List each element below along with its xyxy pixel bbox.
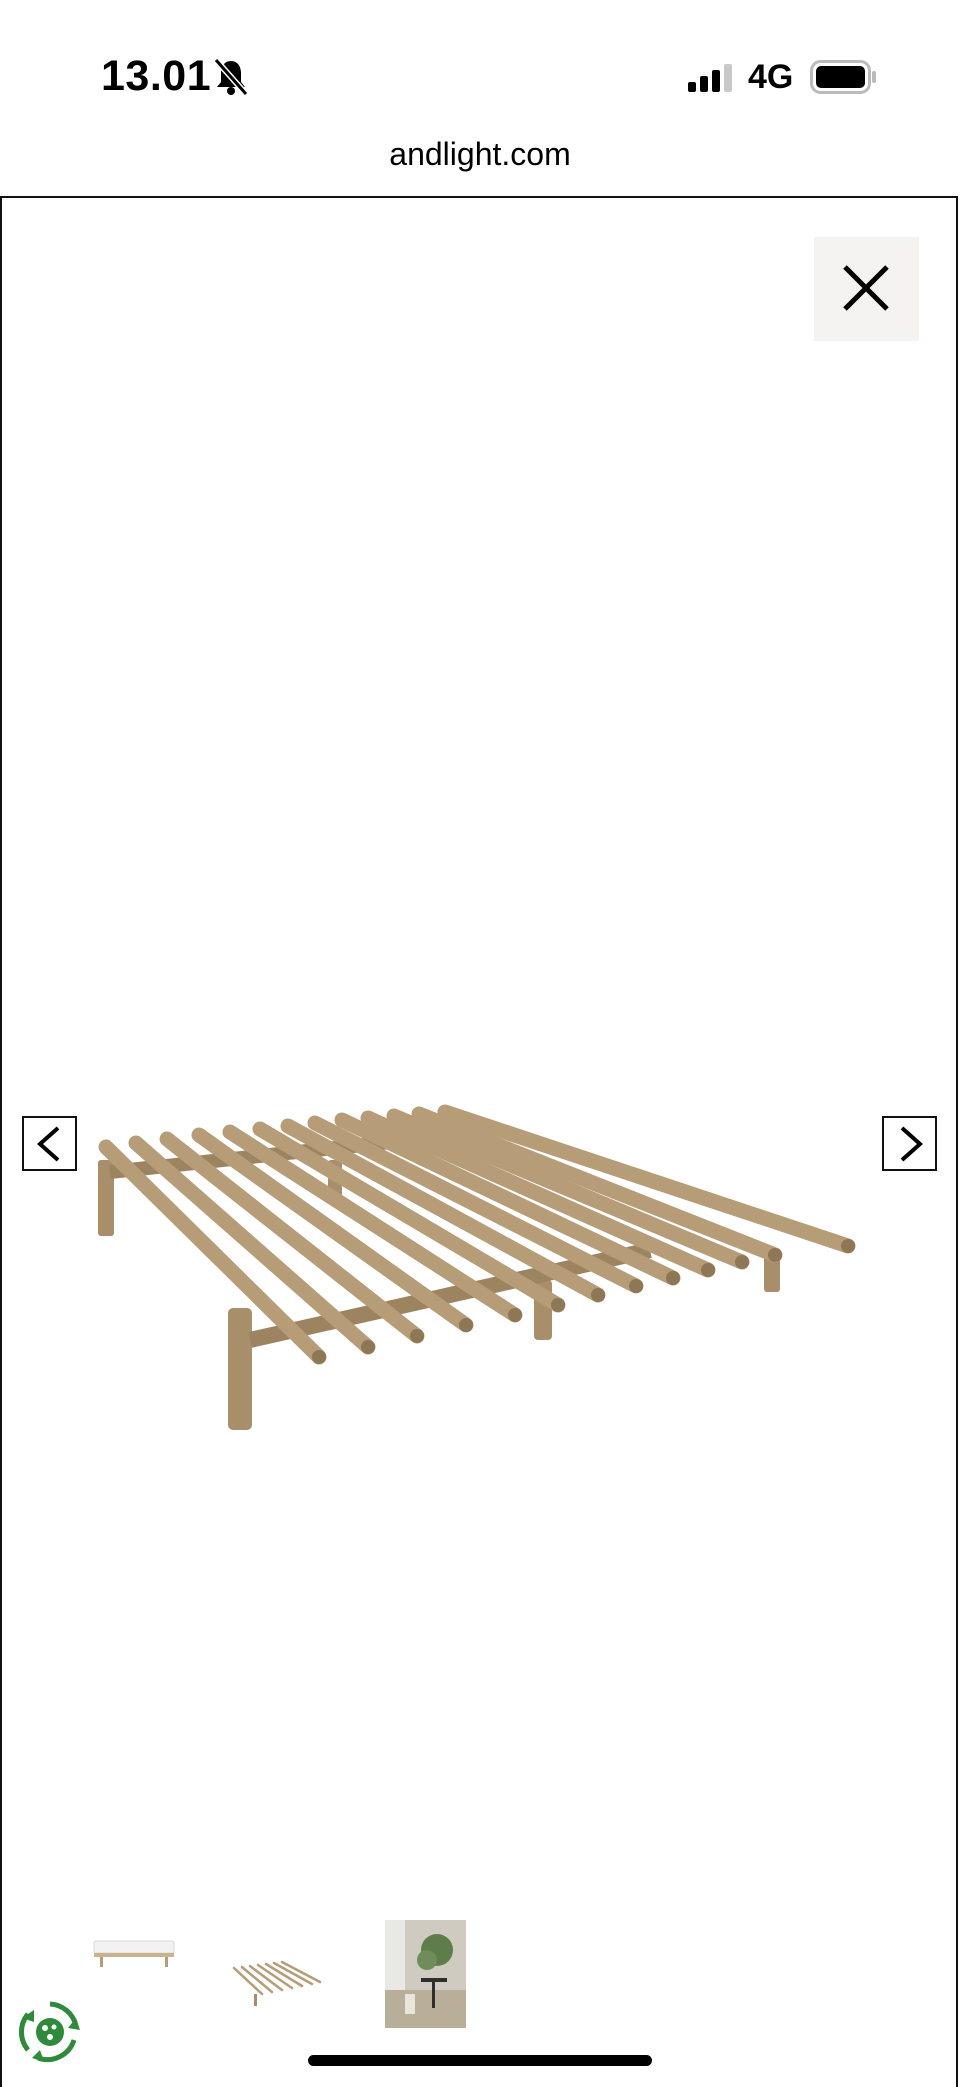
eco-recycle-badge-icon[interactable] <box>14 1996 86 2073</box>
next-image-button[interactable] <box>882 1116 937 1171</box>
previous-image-button[interactable] <box>22 1116 77 1171</box>
close-icon <box>843 265 889 311</box>
status-bar: 13.01 4G <box>0 0 960 140</box>
status-time: 13.01 <box>101 52 212 100</box>
thumbnail-bed-with-mattress[interactable] <box>90 1935 178 1975</box>
product-image-bed-frame <box>90 1090 870 1435</box>
bell-muted-icon <box>212 57 250 102</box>
browser-url[interactable]: andlight.com <box>0 136 960 173</box>
signal-bars-icon <box>688 64 736 97</box>
close-button[interactable] <box>814 237 919 341</box>
network-type: 4G <box>748 58 794 96</box>
thumbnail-room-scene[interactable] <box>385 1920 466 2028</box>
thumbnail-bed-frame[interactable] <box>232 1958 322 2013</box>
home-indicator[interactable] <box>308 2055 652 2066</box>
battery-icon <box>810 60 878 99</box>
chevron-right-icon <box>900 1126 924 1162</box>
chevron-left-icon <box>36 1126 60 1162</box>
